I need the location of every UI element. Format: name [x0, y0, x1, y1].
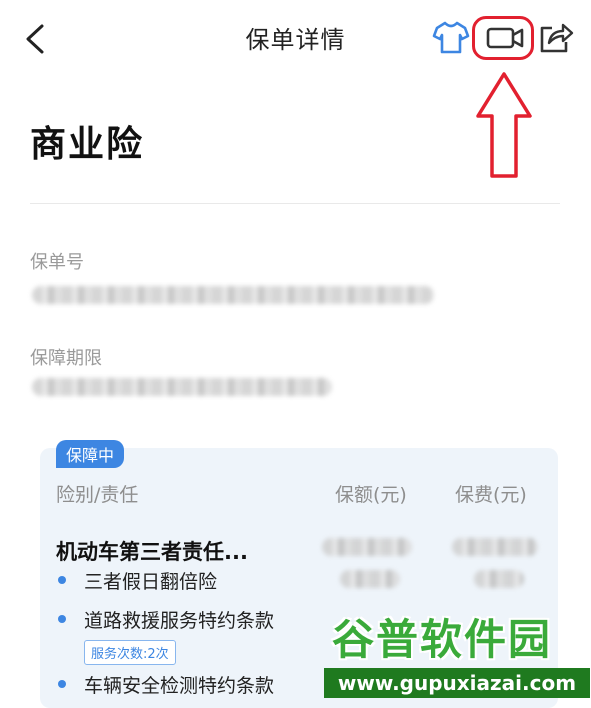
- page-title: 商业险: [30, 124, 145, 165]
- divider: [30, 203, 560, 204]
- column-header-premium: 保费(元): [455, 484, 527, 506]
- sub-premium-blurred: [474, 570, 524, 588]
- bullet-dot: [58, 576, 66, 584]
- bullet-dot: [58, 680, 66, 688]
- coverage-period-value-blurred: [32, 378, 332, 396]
- watermark-url: www.gupuxiazai.com: [324, 668, 590, 698]
- coverage-item-title[interactable]: 机动车第三者责任...: [56, 536, 248, 566]
- premium-value-blurred: [452, 538, 538, 556]
- status-badge: 保障中: [56, 440, 125, 468]
- watermark: 谷普软件园 www.gupuxiazai.com: [324, 606, 590, 701]
- highlight-ring: [472, 16, 534, 60]
- column-header-type: 险别/责任: [56, 484, 139, 506]
- amount-value-blurred: [322, 538, 412, 556]
- policy-number-label: 保单号: [30, 252, 84, 273]
- sub-item-road-rescue: 道路救援服务特约条款: [84, 610, 275, 632]
- policy-number-value-blurred: [32, 286, 434, 304]
- bullet-dot: [58, 615, 66, 623]
- share-icon[interactable]: [536, 18, 574, 56]
- sub-item-safety-inspection: 车辆安全检测特约条款: [84, 675, 275, 697]
- annotation-arrow-icon: [476, 72, 532, 178]
- sub-item-holiday-double: 三者假日翻倍险: [84, 571, 218, 593]
- service-count-tag: 服务次数:2次: [84, 640, 176, 665]
- column-header-amount: 保额(元): [335, 484, 407, 506]
- coverage-period-label: 保障期限: [30, 348, 102, 369]
- sub-amount-blurred: [340, 570, 400, 588]
- shirt-icon[interactable]: [432, 18, 470, 56]
- watermark-logo: 谷普软件园: [332, 615, 553, 664]
